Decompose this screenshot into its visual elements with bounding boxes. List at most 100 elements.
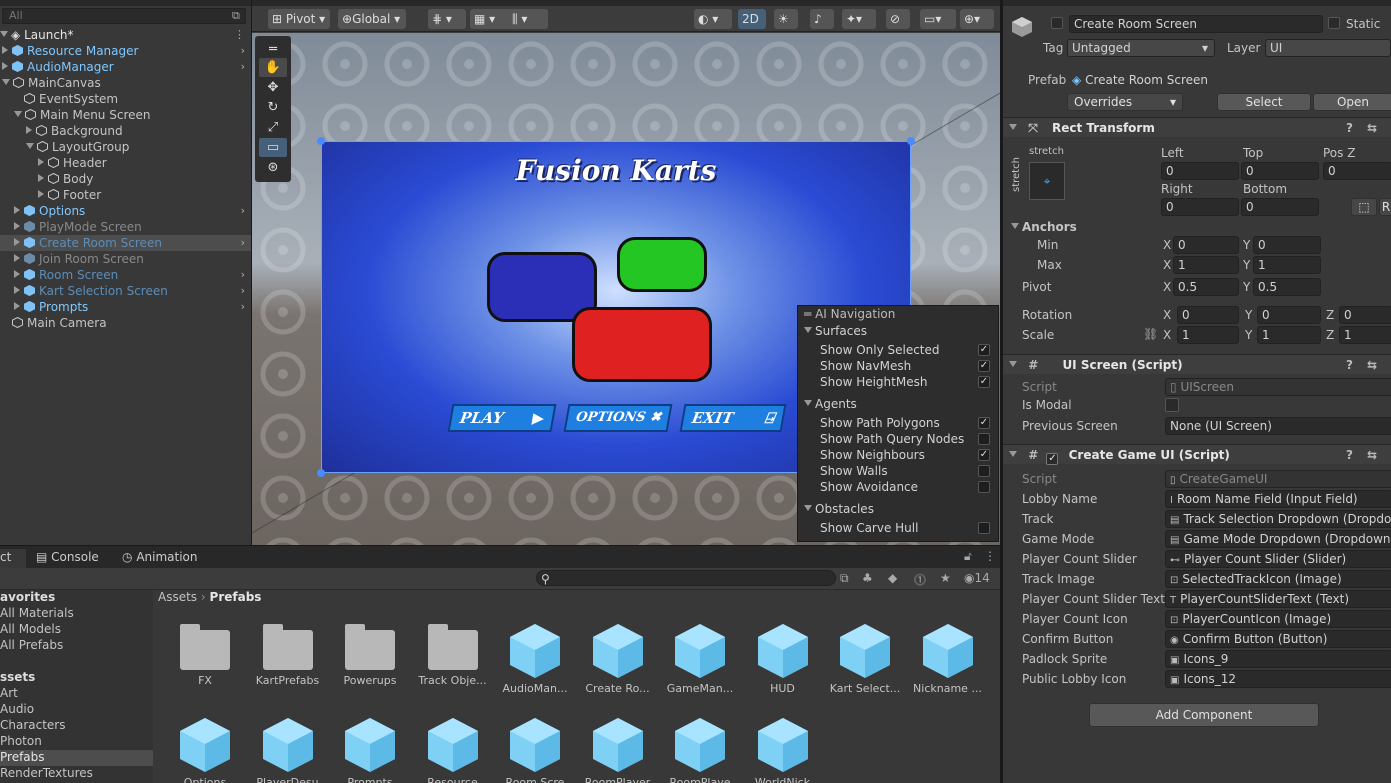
select-button[interactable]: Select: [1217, 93, 1311, 111]
prefab-asset[interactable]: GameMan...: [660, 618, 740, 695]
rect-handle[interactable]: [317, 137, 325, 145]
kebab-menu-icon[interactable]: ⋮: [234, 27, 245, 43]
constrain-proportions-icon[interactable]: ⛓: [1143, 327, 1158, 341]
folder-asset[interactable]: Track Obje...: [413, 618, 493, 687]
settings-icon[interactable]: ⇆: [1367, 445, 1377, 465]
project-search-input[interactable]: ⚲: [536, 570, 836, 586]
folder-item[interactable]: Characters: [0, 718, 153, 734]
expand-icon[interactable]: [26, 143, 34, 149]
folder-item[interactable]: Photon: [0, 734, 153, 750]
ui-screen-header[interactable]: # UI Screen (Script) ? ⇆: [1003, 354, 1391, 374]
prefab-asset[interactable]: Create Ro...: [578, 618, 658, 695]
search-by-type-icon[interactable]: ⧉: [840, 571, 849, 586]
rect-handle[interactable]: [907, 137, 915, 145]
ai-nav-option[interactable]: Show Path Polygons ✓: [820, 415, 998, 431]
global-dropdown[interactable]: ⊕Global ▾: [338, 9, 406, 29]
hierarchy-item[interactable]: Resource Manager ›: [0, 43, 251, 59]
chevron-right-icon[interactable]: ›: [241, 235, 245, 251]
is-modal-checkbox[interactable]: [1165, 398, 1179, 412]
lock-icon[interactable]: 🔓︎: [964, 549, 972, 564]
ai-nav-checkbox[interactable]: ✓: [978, 344, 990, 356]
chevron-right-icon[interactable]: ›: [241, 203, 245, 219]
ai-nav-checkbox[interactable]: ✓: [978, 449, 990, 461]
object-reference-field[interactable]: ⊷ Player Count Slider (Slider): [1165, 550, 1391, 568]
audio-toggle-icon[interactable]: ♪: [810, 9, 834, 29]
ai-nav-option[interactable]: Show Walls: [820, 463, 998, 479]
options-button[interactable]: OPTIONS ✖: [563, 404, 673, 432]
increment-snap-button[interactable]: ⫼ ▾: [508, 9, 548, 29]
tag-dropdown[interactable]: Untagged ▾: [1067, 39, 1215, 57]
hierarchy-item[interactable]: Create Room Screen ›: [0, 235, 251, 251]
ai-nav-checkbox[interactable]: ✓: [978, 417, 990, 429]
scale-tool-icon[interactable]: ⤢: [259, 118, 287, 137]
raw-edit-button[interactable]: R: [1379, 198, 1391, 216]
ai-nav-checkbox[interactable]: [978, 433, 990, 445]
help-icon[interactable]: ?: [1346, 355, 1353, 375]
kebab-menu-icon[interactable]: ⋮: [984, 549, 996, 563]
expand-icon[interactable]: [14, 254, 20, 262]
scale-z-field[interactable]: 1: [1339, 326, 1391, 344]
expand-icon[interactable]: [38, 158, 44, 166]
active-checkbox[interactable]: [1051, 17, 1063, 29]
bottom-field[interactable]: 0: [1241, 198, 1319, 216]
folder-asset[interactable]: FX: [165, 618, 245, 687]
expand-icon[interactable]: [38, 174, 44, 182]
ai-nav-option[interactable]: Show NavMesh ✓: [820, 358, 998, 374]
effects-dropdown-icon[interactable]: ✦▾: [842, 9, 876, 29]
gizmos-dropdown-icon[interactable]: ⊕▾: [960, 9, 994, 29]
prefab-asset[interactable]: PlayerDesu: [248, 712, 328, 783]
tab-animation[interactable]: ◷ Animation: [122, 549, 198, 565]
lighting-toggle-icon[interactable]: ☀: [774, 9, 798, 29]
tab-console[interactable]: ▤ Console: [36, 549, 99, 565]
anchors-row[interactable]: Anchors: [1011, 220, 1077, 234]
hierarchy-item[interactable]: Join Room Screen: [0, 251, 251, 267]
chevron-right-icon[interactable]: ›: [241, 43, 245, 59]
right-field[interactable]: 0: [1161, 198, 1239, 216]
visibility-icon[interactable]: ◉14: [964, 571, 990, 585]
ai-nav-checkbox[interactable]: [978, 481, 990, 493]
posz-field[interactable]: 0: [1323, 162, 1391, 180]
static-checkbox[interactable]: [1328, 17, 1340, 29]
blueprint-mode-button[interactable]: ⬚: [1351, 198, 1377, 216]
settings-icon[interactable]: ⇆: [1367, 355, 1377, 375]
help-icon[interactable]: ?: [1346, 445, 1353, 465]
pivot-x-field[interactable]: 0.5: [1173, 278, 1239, 296]
play-button[interactable]: PLAY ▶: [447, 404, 557, 432]
favorite-item[interactable]: All Materials: [0, 606, 74, 620]
previous-screen-field[interactable]: None (UI Screen): [1165, 417, 1391, 435]
grid-snap-button[interactable]: ⋕ ▾: [428, 9, 466, 29]
overrides-dropdown[interactable]: Overrides ▾: [1067, 93, 1183, 111]
prefab-asset[interactable]: Resource: [413, 712, 493, 783]
ai-nav-option[interactable]: Show HeightMesh ✓: [820, 374, 998, 390]
chevron-right-icon[interactable]: ›: [241, 299, 245, 315]
folder-asset[interactable]: Powerups: [330, 618, 410, 687]
prefab-asset[interactable]: Prompts: [330, 712, 410, 783]
palette-grip-icon[interactable]: ═: [259, 40, 287, 59]
hierarchy-item[interactable]: Room Screen ›: [0, 267, 251, 283]
favorites-header[interactable]: avorites: [0, 590, 55, 604]
hierarchy-search-input[interactable]: All: [2, 8, 246, 24]
filter-by-label-icon[interactable]: ♣: [862, 571, 873, 585]
hierarchy-item[interactable]: Options ›: [0, 203, 251, 219]
favorite-item[interactable]: All Models: [0, 622, 61, 636]
prefab-asset[interactable]: WorldNick: [743, 712, 823, 783]
prefab-asset[interactable]: Room Scre: [495, 712, 575, 783]
2d-toggle[interactable]: 2D: [738, 9, 766, 29]
ai-nav-option[interactable]: Show Avoidance: [820, 479, 998, 495]
agents-header[interactable]: Agents: [804, 396, 1000, 412]
left-field[interactable]: 0: [1161, 162, 1239, 180]
ai-nav-checkbox[interactable]: [978, 522, 990, 534]
prefab-asset[interactable]: Kart Select...: [825, 618, 905, 695]
expand-icon[interactable]: [0, 31, 8, 37]
ai-nav-checkbox[interactable]: ✓: [978, 376, 990, 388]
breadcrumb-assets[interactable]: Assets: [158, 590, 197, 604]
transform-tool-icon[interactable]: ⊛: [259, 158, 287, 177]
expand-icon[interactable]: [14, 206, 20, 214]
exit-button[interactable]: EXIT ⍈: [679, 404, 787, 432]
hierarchy-item[interactable]: Background: [0, 123, 251, 139]
object-name-field[interactable]: Create Room Screen: [1069, 15, 1323, 33]
prefab-asset[interactable]: HUD: [743, 618, 823, 695]
hierarchy-item[interactable]: LayoutGroup: [0, 139, 251, 155]
tag-icon[interactable]: ◆: [888, 571, 897, 585]
rotation-x-field[interactable]: 0: [1177, 306, 1239, 324]
